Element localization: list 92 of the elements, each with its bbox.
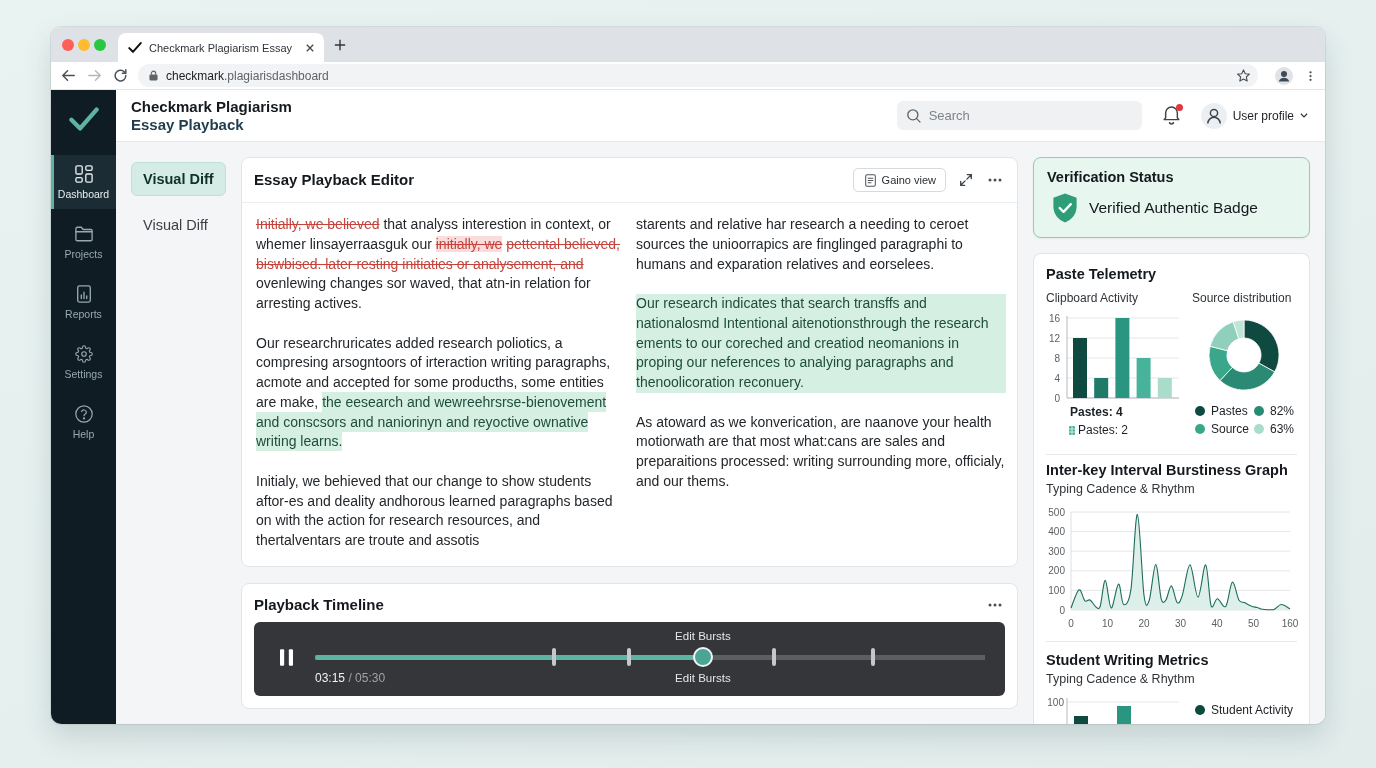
essay-paragraph: As atoward as we konverication, are naanove your health motiorwath are that most what:cans are sales and preparaitions processed: writing surrounding more, officialy, and our thems. bbox=[636, 412, 1006, 491]
plus-icon[interactable] bbox=[334, 38, 346, 51]
chart-subtitle: Typing Cadence & Rhythm bbox=[1046, 481, 1196, 497]
axis-label: 20 bbox=[1138, 618, 1150, 629]
chart-title: Source distribution bbox=[1192, 291, 1293, 305]
sidebar-item[interactable]: Settings bbox=[51, 335, 116, 389]
section-title: Inter-key Interval Burstiness Graph bbox=[1046, 461, 1289, 480]
chart-bar bbox=[1136, 358, 1151, 398]
help-icon bbox=[74, 404, 93, 423]
address-bar[interactable]: checkmark.plagiarisdashboard bbox=[138, 64, 1258, 87]
dashboard-icon bbox=[74, 164, 93, 183]
chart-note: Pastes: 2 bbox=[1078, 422, 1129, 439]
settings-icon bbox=[74, 344, 93, 363]
axis-label: 16 bbox=[1048, 312, 1060, 324]
marker-label: Edit Bursts bbox=[675, 629, 731, 643]
chart-bar bbox=[1094, 378, 1109, 398]
expand-icon[interactable] bbox=[960, 174, 972, 186]
user-menu[interactable]: User profile bbox=[1200, 102, 1308, 129]
chart-subtitle: Typing Cadence & Rhythm bbox=[1046, 671, 1196, 687]
axis-label: 400 bbox=[1048, 526, 1065, 538]
essay-paragraph: Initialy, we behieved that our change to show students aftor-es and deality andhorous learned paragraphs based on with the action for research resources, and thertalventars are troute and assotis bbox=[256, 471, 614, 550]
more-icon[interactable] bbox=[988, 603, 1002, 607]
card-title: Verification Status bbox=[1047, 168, 1175, 187]
back-arrow-icon[interactable] bbox=[62, 70, 75, 81]
essay-paragraph: Our research indicates that search transffs and nationalosmd Intentional aitenotionsthrough the research ements to our coreched and creatiod neomanions in proping our neferences to analying paragraphs and thenoolicoration reconuery. bbox=[636, 294, 1006, 393]
pause-icon[interactable] bbox=[280, 648, 293, 666]
axis-label: 160 bbox=[1281, 618, 1299, 629]
app-title: Checkmark Plagiarism bbox=[131, 97, 292, 116]
sidebar-item[interactable]: Dashboard bbox=[51, 155, 116, 209]
search-icon bbox=[906, 108, 921, 123]
url-text: checkmark.plagiarisdashboard bbox=[166, 68, 329, 83]
axis-label: 0 bbox=[1059, 604, 1065, 616]
axis-label: 0 bbox=[1068, 618, 1074, 629]
subnav-tab[interactable]: Visual Diff bbox=[131, 208, 226, 242]
axis-label: 50 bbox=[1247, 618, 1260, 629]
reload-icon[interactable] bbox=[114, 69, 127, 82]
chart-title: Clipboard Activity bbox=[1046, 291, 1140, 305]
sidebar-item[interactable]: Reports bbox=[51, 275, 116, 329]
chart-bar bbox=[1073, 338, 1087, 398]
marker-label: Edit Bursts bbox=[675, 671, 731, 685]
sidebar-item[interactable]: Projects bbox=[51, 215, 116, 269]
bell-icon[interactable] bbox=[1162, 106, 1180, 125]
legend-label: 63% bbox=[1270, 421, 1295, 438]
chart-bar bbox=[1157, 378, 1172, 398]
lock-icon bbox=[149, 70, 158, 81]
chart-bar bbox=[1074, 716, 1088, 724]
axis-label: 300 bbox=[1048, 545, 1065, 557]
star-icon[interactable] bbox=[1237, 69, 1250, 82]
chart-note: Pastes: 4 bbox=[1070, 404, 1123, 421]
axis-label: 40 bbox=[1211, 618, 1223, 629]
axis-label: 100 bbox=[1047, 696, 1064, 708]
report-icon bbox=[74, 284, 93, 303]
axis-label: 8 bbox=[1054, 352, 1060, 364]
essay-paragraph: Initially, we believed that analyss interestion in context, or whemer linsayerraasguk our initially, we pettental believed, biswbised. later resting initiaties or analysement, and ovenlewing changes sor waved, that atn-in relation for arresting actives. bbox=[256, 215, 621, 313]
chart-bar bbox=[1117, 706, 1131, 724]
playhead-handle[interactable] bbox=[692, 647, 713, 667]
axis-label: 4 bbox=[1054, 372, 1060, 384]
legend-label: Source bbox=[1211, 421, 1250, 438]
legend-label: Pastes bbox=[1211, 403, 1248, 420]
close-icon[interactable] bbox=[306, 43, 314, 52]
more-vertical-icon[interactable] bbox=[1309, 69, 1312, 82]
axis-label: 10 bbox=[1101, 618, 1114, 629]
status-label: Verified Authentic Badge bbox=[1089, 199, 1258, 217]
axis-label: 30 bbox=[1174, 618, 1187, 629]
search-field[interactable]: Search bbox=[896, 101, 1142, 130]
more-icon[interactable] bbox=[988, 178, 1002, 182]
subnav-tab[interactable]: Visual Diff bbox=[131, 162, 226, 196]
card-title: Essay Playback Editor bbox=[254, 170, 415, 190]
legend-label: 82% bbox=[1270, 403, 1295, 420]
user-avatar-icon bbox=[1200, 102, 1227, 129]
chevron-down-icon bbox=[1300, 113, 1308, 118]
view-button[interactable]: Gaino view bbox=[852, 168, 946, 192]
axis-label: 12 bbox=[1048, 332, 1060, 344]
section-title: Student Writing Metrics bbox=[1046, 651, 1210, 670]
profile-avatar-icon[interactable] bbox=[1275, 66, 1293, 85]
axis-label: 200 bbox=[1048, 565, 1065, 577]
axis-label: 500 bbox=[1048, 506, 1065, 518]
section-title: Paste Telemetry bbox=[1046, 265, 1158, 284]
legend-label: Student Activity bbox=[1211, 702, 1294, 719]
app-subtitle: Essay Playback bbox=[131, 115, 245, 134]
document-icon bbox=[864, 173, 876, 187]
axis-label: 0 bbox=[1054, 392, 1060, 403]
checkmark-icon bbox=[128, 42, 142, 53]
checkmark-logo-icon bbox=[68, 106, 99, 131]
axis-label: 100 bbox=[1048, 584, 1065, 596]
sidebar-item[interactable]: Help bbox=[51, 395, 116, 449]
essay-paragraph: starents and relative har research a needing to ceroet sources the unioorrapics are finglinged paragraphi to humans and exparation relatives and eorselees. bbox=[636, 215, 970, 274]
time-readout: 03:15 / 05:30 bbox=[315, 671, 386, 685]
browser-tab[interactable]: Checkmark Plagiarism Essay bbox=[118, 33, 324, 62]
folder-icon bbox=[74, 224, 93, 243]
card-title: Playback Timeline bbox=[254, 595, 384, 615]
legend-swatch-icon bbox=[1069, 425, 1075, 435]
